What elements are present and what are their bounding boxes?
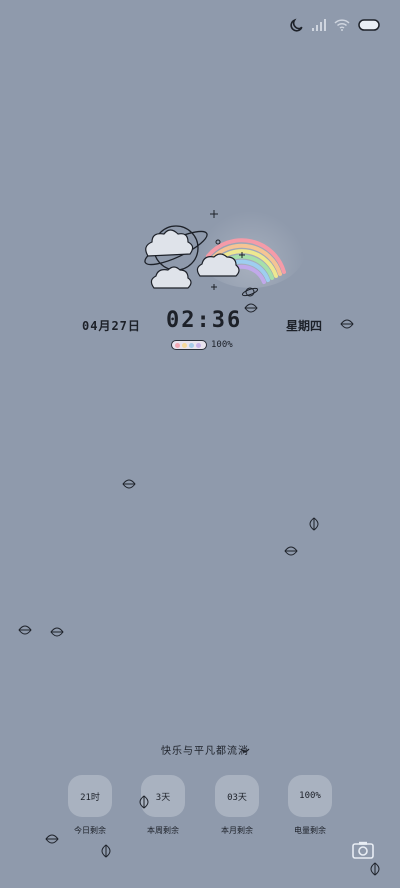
- leaf-icon: [244, 303, 258, 313]
- battery-dot: [196, 342, 201, 348]
- leaf-icon: [45, 834, 59, 844]
- motto-text: 快乐与平凡都流淌: [161, 746, 249, 757]
- wifi-icon: [334, 19, 350, 31]
- battery-dot: [189, 342, 194, 348]
- battery-dot: [175, 342, 180, 348]
- widget-battery-remaining[interactable]: 100% 电量剩余: [280, 775, 340, 836]
- widget-value: 100%: [288, 775, 332, 817]
- widget-today-remaining[interactable]: 21时 今日剩余: [60, 775, 120, 836]
- battery-progress-pill: [171, 340, 207, 350]
- weekday-text: 星期四: [286, 319, 323, 333]
- widget-label: 电量剩余: [294, 826, 326, 835]
- signal-icon: [312, 19, 326, 31]
- leaf-icon: [340, 319, 354, 329]
- battery-percent-text: 100%: [211, 340, 233, 350]
- leaf-icon: [284, 546, 298, 556]
- widget-label: 今日剩余: [74, 826, 106, 835]
- leaf-icon: [370, 862, 380, 876]
- leaf-icon: [50, 627, 64, 637]
- widget-month-remaining[interactable]: 03天 本月剩余: [207, 775, 267, 836]
- date-text: 04月27日: [82, 319, 141, 333]
- leaf-icon: [122, 479, 136, 489]
- planet-rainbow-illustration: [144, 210, 286, 297]
- leaf-icon: [309, 517, 319, 531]
- countdown-widgets: 21时 今日剩余 3天 本周剩余 03天 本月剩余 100% 电量剩余: [0, 775, 400, 845]
- leaf-icon: [101, 844, 111, 858]
- status-bar: [290, 14, 380, 36]
- widget-label: 本月剩余: [221, 826, 253, 835]
- battery-icon: [358, 19, 380, 31]
- widget-label: 本周剩余: [147, 826, 179, 835]
- moon-icon: [290, 18, 304, 32]
- battery-dot: [182, 342, 187, 348]
- leaf-icon: [139, 795, 149, 809]
- time-text[interactable]: 02:36: [166, 308, 242, 333]
- camera-icon[interactable]: [352, 841, 374, 859]
- smile-icon: [240, 748, 250, 753]
- widget-value: 21时: [68, 775, 112, 817]
- widget-value: 03天: [215, 775, 259, 817]
- leaf-icon: [18, 625, 32, 635]
